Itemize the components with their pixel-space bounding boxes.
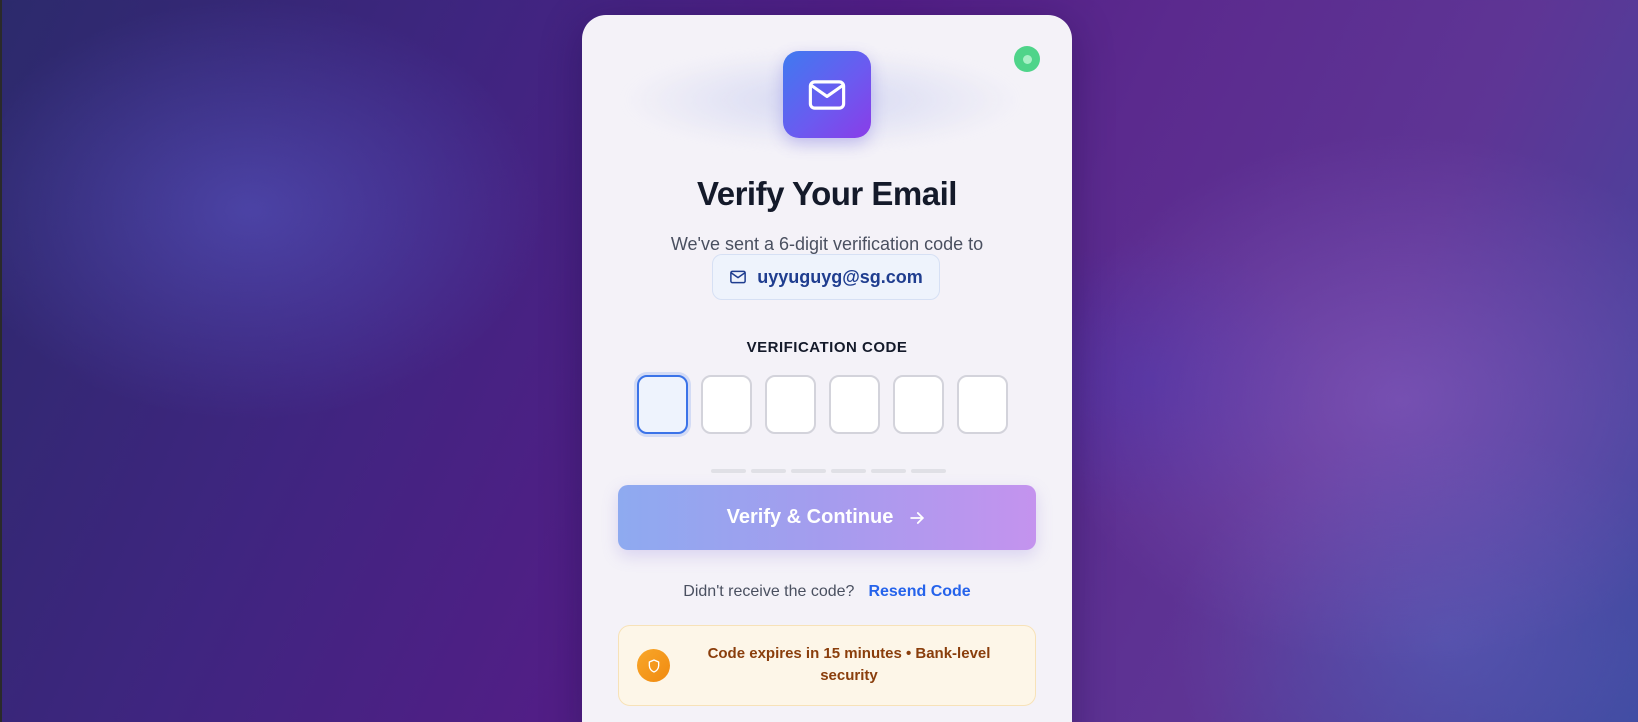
progress-segment xyxy=(791,469,826,473)
email-address: uyyuguyg@sg.com xyxy=(757,266,923,287)
progress-segment xyxy=(831,469,866,473)
resend-row: Didn't receive the code? Resend Code xyxy=(582,583,1072,601)
code-label: VERIFICATION CODE xyxy=(746,339,908,356)
mail-icon xyxy=(729,268,747,286)
otp-digit-input[interactable] xyxy=(765,375,816,434)
status-dot-icon xyxy=(1014,46,1040,72)
security-notice-text: Code expires in 15 minutes • Bank-level … xyxy=(707,645,991,684)
otp-digit-input[interactable] xyxy=(893,375,944,434)
resend-prompt: Didn't receive the code? xyxy=(683,583,855,600)
subtitle: We've sent a 6-digit verification code t… xyxy=(670,234,984,254)
progress-segment xyxy=(751,469,786,473)
otp-digit-input[interactable] xyxy=(829,375,880,434)
otp-digit-input[interactable] xyxy=(701,375,752,434)
verification-card: Verify Your Email We've sent a 6-digit v… xyxy=(582,15,1072,722)
progress-segment xyxy=(911,469,946,473)
otp-digit-input[interactable] xyxy=(637,375,688,434)
shield-icon xyxy=(637,649,670,682)
otp-input-group xyxy=(637,375,1008,434)
progress-segment xyxy=(871,469,906,473)
verify-continue-button[interactable]: Verify & Continue xyxy=(618,485,1036,550)
progress-segment xyxy=(711,469,746,473)
code-progress-indicator xyxy=(711,469,946,473)
mail-logo-icon xyxy=(783,51,871,138)
email-chip: uyyuguyg@sg.com xyxy=(712,254,940,300)
resend-code-link[interactable]: Resend Code xyxy=(868,583,970,600)
verify-button-label: Verify & Continue xyxy=(726,506,894,528)
otp-digit-input[interactable] xyxy=(957,375,1008,434)
window-edge xyxy=(0,0,2,722)
arrow-right-icon xyxy=(907,508,927,528)
security-notice: Code expires in 15 minutes • Bank-level … xyxy=(618,625,1036,706)
page-title: Verify Your Email xyxy=(697,175,957,212)
